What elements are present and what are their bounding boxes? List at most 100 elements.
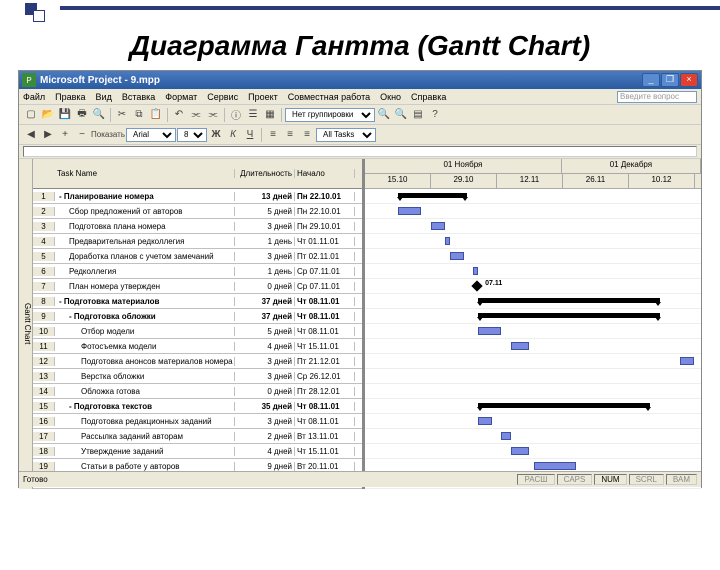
table-row[interactable]: 8- Подготовка материалов37 днейЧт 08.11.…	[33, 294, 362, 309]
minimize-button[interactable]: _	[642, 73, 660, 87]
menu-format[interactable]: Формат	[165, 92, 197, 102]
new-icon[interactable]: ▢	[23, 107, 39, 123]
showsub-icon[interactable]: +	[57, 127, 73, 143]
table-row[interactable]: 12Подготовка анонсов материалов номера д…	[33, 354, 362, 369]
table-row[interactable]: 14Обложка готова0 днейПт 28.12.01	[33, 384, 362, 399]
task-bar[interactable]	[511, 342, 530, 350]
menu-edit[interactable]: Правка	[55, 92, 85, 102]
task-bar[interactable]	[680, 357, 694, 365]
summary-bar[interactable]	[478, 403, 651, 408]
link-icon[interactable]: ⫘	[188, 107, 204, 123]
summary-bar[interactable]	[478, 298, 660, 303]
paste-icon[interactable]: 📋	[148, 107, 164, 123]
table-row[interactable]: 15- Подготовка текстов35 днейЧт 08.11.01	[33, 399, 362, 414]
task-bar[interactable]	[511, 447, 530, 455]
entry-bar	[19, 145, 701, 159]
gantt-row	[365, 219, 701, 234]
col-name[interactable]: Task Name	[55, 169, 235, 178]
status-ready: Готово	[23, 475, 48, 484]
task-bar[interactable]	[473, 267, 478, 275]
task-bar[interactable]	[501, 432, 510, 440]
zoomout-icon[interactable]: 🔍	[393, 107, 409, 123]
help-icon[interactable]: ?	[427, 107, 443, 123]
table-row[interactable]: 2Сбор предложений от авторов5 днейПн 22.…	[33, 204, 362, 219]
table-row[interactable]: 7План номера утвержден0 днейСр 07.11.01	[33, 279, 362, 294]
outdent-icon[interactable]: ◀	[23, 127, 39, 143]
size-select[interactable]: 8	[177, 128, 207, 142]
summary-bar[interactable]	[398, 193, 467, 198]
col-duration[interactable]: Длительность	[235, 169, 295, 178]
undo-icon[interactable]: ↶	[171, 107, 187, 123]
task-bar[interactable]	[450, 252, 464, 260]
task-bar[interactable]	[478, 417, 492, 425]
menu-window[interactable]: Окно	[380, 92, 401, 102]
maximize-button[interactable]: ❐	[661, 73, 679, 87]
menu-collab[interactable]: Совместная работа	[288, 92, 370, 102]
gantt-row	[365, 324, 701, 339]
info-icon[interactable]: ⓘ	[228, 107, 244, 123]
table-row[interactable]: 6Редколлегия1 деньСр 07.11.01	[33, 264, 362, 279]
month-label: 01 Ноября	[365, 159, 562, 173]
view-bar[interactable]: Gantt Chart	[19, 159, 33, 489]
table-row[interactable]: 3Подготовка плана номера3 днейПн 29.10.0…	[33, 219, 362, 234]
task-bar[interactable]	[478, 327, 502, 335]
italic-icon[interactable]: К	[225, 127, 241, 143]
table-row[interactable]: 18Утверждение заданий4 днейЧт 15.11.01	[33, 444, 362, 459]
milestone-icon[interactable]	[471, 280, 482, 291]
menu-tools[interactable]: Сервис	[207, 92, 238, 102]
table-row[interactable]: 13Верстка обложки3 днейСр 26.12.01	[33, 369, 362, 384]
underline-icon[interactable]: Ч	[242, 127, 258, 143]
table-row[interactable]: 10Отбор модели5 днейЧт 08.11.01	[33, 324, 362, 339]
entry-input[interactable]	[23, 146, 697, 157]
show-label[interactable]: Показать	[91, 127, 125, 143]
col-start[interactable]: Начало	[295, 169, 355, 178]
task-bar[interactable]	[445, 237, 450, 245]
task-bar[interactable]	[534, 462, 576, 470]
gantt-chart[interactable]: 01 Ноября 01 Декабря 15.1029.1012.1126.1…	[365, 159, 701, 489]
align-left-icon[interactable]: ≡	[265, 127, 281, 143]
close-button[interactable]: ×	[680, 73, 698, 87]
task-bar[interactable]	[398, 207, 422, 215]
gantt-row	[365, 444, 701, 459]
copy-icon[interactable]: ⧉	[131, 107, 147, 123]
indent-icon[interactable]: ▶	[40, 127, 56, 143]
table-row[interactable]: 9- Подготовка обложки37 днейЧт 08.11.01	[33, 309, 362, 324]
table-row[interactable]: 5Доработка планов с учетом замечаний3 дн…	[33, 249, 362, 264]
gantt-row	[365, 354, 701, 369]
task-icon[interactable]: ☰	[245, 107, 261, 123]
table-row[interactable]: 11Фотосъемка модели4 днейЧт 15.11.01	[33, 339, 362, 354]
goto-icon[interactable]: ▦	[262, 107, 278, 123]
bold-icon[interactable]: Ж	[208, 127, 224, 143]
group-select[interactable]: Нет группировки	[285, 108, 375, 122]
summary-bar[interactable]	[478, 313, 660, 318]
font-select[interactable]: Arial	[126, 128, 176, 142]
filter-select[interactable]: All Tasks	[316, 128, 376, 142]
menu-view[interactable]: Вид	[96, 92, 112, 102]
menu-project[interactable]: Проект	[248, 92, 278, 102]
hidesub-icon[interactable]: −	[74, 127, 90, 143]
save-icon[interactable]: 💾	[57, 107, 73, 123]
print-icon[interactable]: 🖶	[74, 107, 90, 123]
open-icon[interactable]: 📂	[40, 107, 56, 123]
table-row[interactable]: 16Подготовка редакционных заданий3 днейЧ…	[33, 414, 362, 429]
status-ext: РАСШ	[517, 474, 554, 485]
align-right-icon[interactable]: ≡	[299, 127, 315, 143]
cut-icon[interactable]: ✂	[114, 107, 130, 123]
tick-label: 10.12	[629, 174, 695, 188]
gantt-row	[365, 264, 701, 279]
align-center-icon[interactable]: ≡	[282, 127, 298, 143]
menu-help[interactable]: Справка	[411, 92, 446, 102]
unlink-icon[interactable]: ⫘	[205, 107, 221, 123]
statusbar: Готово РАСШ CAPS NUM SCRL ВАМ	[19, 471, 701, 487]
menu-file[interactable]: Файл	[23, 92, 45, 102]
table-row[interactable]: 4Предварительная редколлегия1 деньЧт 01.…	[33, 234, 362, 249]
zoomin-icon[interactable]: 🔍	[376, 107, 392, 123]
menu-insert[interactable]: Вставка	[122, 92, 155, 102]
table-row[interactable]: 17Рассылка заданий авторам2 днейВт 13.11…	[33, 429, 362, 444]
task-bar[interactable]	[431, 222, 445, 230]
help-search-input[interactable]	[617, 91, 697, 103]
table-row[interactable]: 1- Планирование номера13 днейПн 22.10.01	[33, 189, 362, 204]
preview-icon[interactable]: 🔍	[91, 107, 107, 123]
slide-title: Диаграмма Гантта (Gantt Chart)	[0, 30, 720, 62]
gantt-icon[interactable]: ▤	[410, 107, 426, 123]
